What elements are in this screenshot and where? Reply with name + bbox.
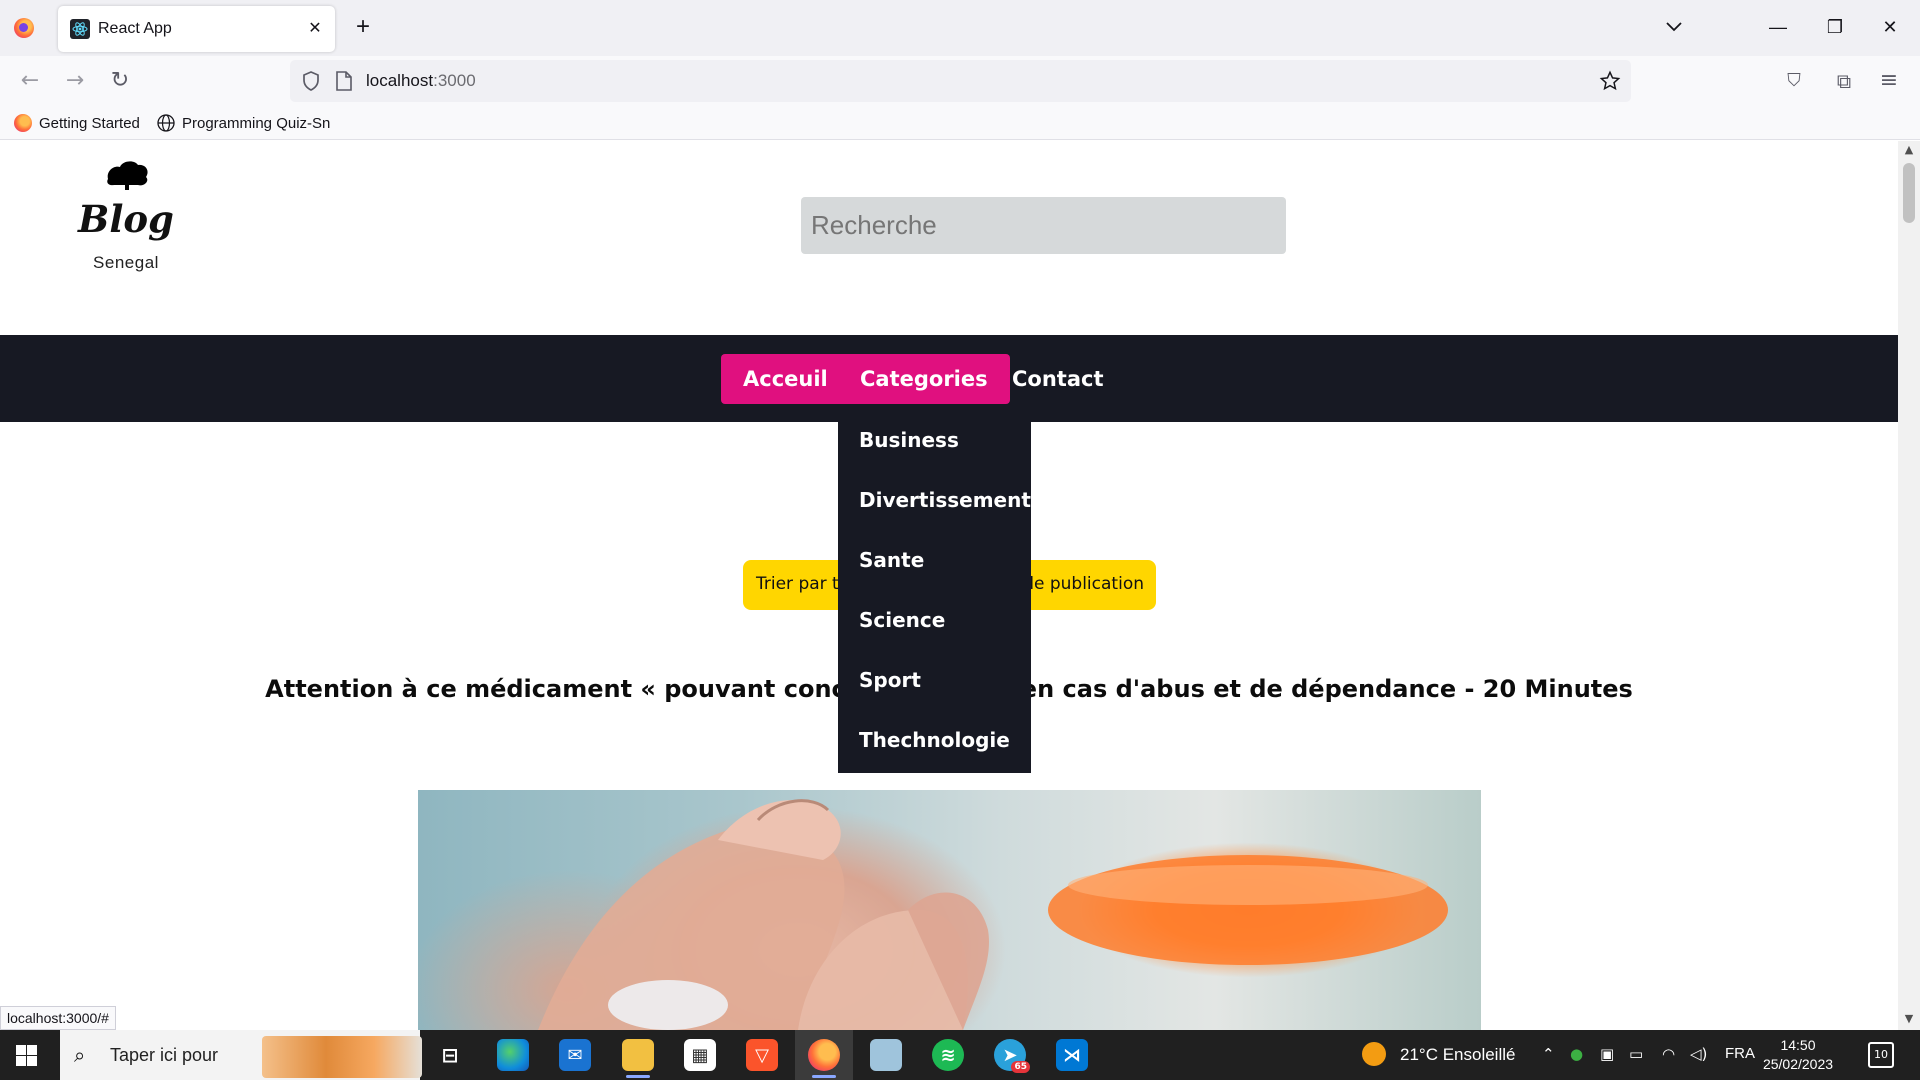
bookmark-programming-quiz[interactable]: Programming Quiz-Sn [157,113,330,133]
tab-bar: React App ✕ + — ❐ ✕ [0,0,1920,56]
tab-title: React App [98,20,172,37]
telegram-badge: 65 [1011,1061,1030,1073]
sort-label-left: Trier par ti [756,574,844,594]
category-divertissement[interactable]: Divertissement [859,488,1031,512]
forward-icon[interactable]: → [62,68,88,94]
clock[interactable]: 14:50 25/02/2023 [1758,1036,1838,1074]
minimize-button[interactable]: — [1758,12,1798,42]
menu-icon[interactable]: ≡ [1876,68,1902,94]
category-sport[interactable]: Sport [859,668,921,692]
weather-sun-icon[interactable] [1362,1042,1386,1066]
extensions-icon[interactable]: ⧉ [1831,68,1857,94]
hand-pill-illustration [538,799,1448,1030]
onedrive-icon[interactable]: ● [1570,1045,1583,1063]
category-science[interactable]: Science [859,608,945,632]
page-viewport: Blog Senegal Acceuil Categories Contact … [0,141,1898,1030]
firefox-icon[interactable] [808,1039,840,1078]
sort-label-right: de publication [1023,574,1144,594]
search-input[interactable] [801,197,1286,254]
restore-button[interactable]: ❐ [1815,12,1855,42]
windows-taskbar: ⌕ Taper ici pour ⊟ ✉ ▦ ▽ ≋ ➤ 65 ⋊ 21°C E… [0,1030,1920,1080]
scroll-thumb[interactable] [1903,163,1915,223]
globe-icon [157,114,175,132]
tree-logo-icon [107,161,148,190]
telegram-icon[interactable]: ➤ 65 [994,1039,1030,1073]
logo-title: Blog [78,197,174,241]
firefox-view-button[interactable] [10,14,38,42]
wifi-icon[interactable]: ◠ [1662,1045,1675,1063]
clock-time: 14:50 [1780,1037,1816,1053]
mail-icon[interactable]: ✉ [559,1039,591,1071]
article-image[interactable] [418,790,1481,1030]
task-view-icon[interactable]: ⊟ [434,1039,466,1071]
list-all-tabs-button[interactable] [1662,14,1686,38]
nav-contact[interactable]: Contact [990,354,1126,404]
notification-count: 10 [1874,1048,1888,1061]
clock-date: 25/02/2023 [1762,1056,1834,1072]
bookmark-label: Getting Started [39,114,140,132]
notes-icon[interactable] [870,1039,902,1071]
brave-icon[interactable]: ▽ [746,1039,778,1071]
pocket-icon[interactable]: ⛉ [1781,68,1807,94]
close-window-button[interactable]: ✕ [1870,12,1910,42]
spotify-icon[interactable]: ≋ [932,1039,964,1071]
reload-icon[interactable]: ↻ [107,68,133,94]
firefox-icon [14,18,34,38]
weather-text[interactable]: 21°C Ensoleillé [1400,1045,1515,1065]
bookmark-label: Programming Quiz-Sn [182,114,331,132]
react-icon [70,19,90,39]
taskbar-search-text: Taper ici pour [110,1045,219,1065]
page-icon [336,71,352,91]
chevron-up-icon[interactable]: ⌃ [1542,1045,1555,1063]
site-logo[interactable]: Blog Senegal [62,153,190,279]
bookmark-star-icon[interactable] [1599,70,1621,92]
edge-icon[interactable] [497,1039,529,1071]
scroll-up-icon[interactable]: ▲ [1902,143,1916,157]
search-highlight-image [262,1036,422,1078]
new-tab-button[interactable]: + [350,14,376,40]
nav-home[interactable]: Acceuil [721,354,850,404]
categories-dropdown: Business Divertissement Sante Science Sp… [838,422,1031,773]
category-business[interactable]: Business [859,428,959,452]
chevron-down-icon [1666,22,1682,32]
nav-categories[interactable]: Categories [838,354,1010,404]
url-text: localhost:3000 [366,71,476,90]
article-title-right: en cas d'abus et de dépendance - 20 Minu… [1020,675,1633,703]
page-scrollbar[interactable]: ▲ ▼ [1898,141,1920,1030]
back-icon[interactable]: ← [17,68,43,94]
url-bar[interactable]: localhost:3000 [290,60,1631,102]
tracking-protection-icon[interactable] [300,70,322,92]
notifications-icon[interactable]: 10 [1868,1042,1894,1068]
close-tab-icon[interactable]: ✕ [305,18,325,38]
battery-icon[interactable]: ▭ [1629,1045,1643,1063]
windows-start-icon[interactable] [16,1045,37,1066]
file-explorer-icon[interactable] [622,1039,654,1078]
firefox-icon [14,114,32,132]
volume-icon[interactable]: ◁) [1690,1045,1707,1063]
language-indicator[interactable]: FRA [1725,1045,1755,1062]
bookmarks-toolbar: Getting Started Programming Quiz-Sn [0,106,1920,140]
status-url: localhost:3000/# [0,1006,116,1030]
bookmark-getting-started[interactable]: Getting Started [14,113,140,133]
meet-now-icon[interactable]: ▣ [1600,1045,1614,1063]
scroll-down-icon[interactable]: ▼ [1902,1012,1916,1026]
main-navigation: Acceuil Categories Contact [0,335,1898,422]
vscode-icon[interactable]: ⋊ [1056,1039,1088,1071]
logo-subtitle: Senegal [93,253,159,272]
search-icon: ⌕ [74,1043,86,1067]
article-title-left: Attention à ce médicament « pouvant conc [265,675,846,703]
category-sante[interactable]: Sante [859,548,924,572]
category-technologie[interactable]: Thechnologie [859,728,1010,752]
tab-react-app[interactable]: React App ✕ [58,6,335,52]
store-icon[interactable]: ▦ [684,1039,716,1071]
